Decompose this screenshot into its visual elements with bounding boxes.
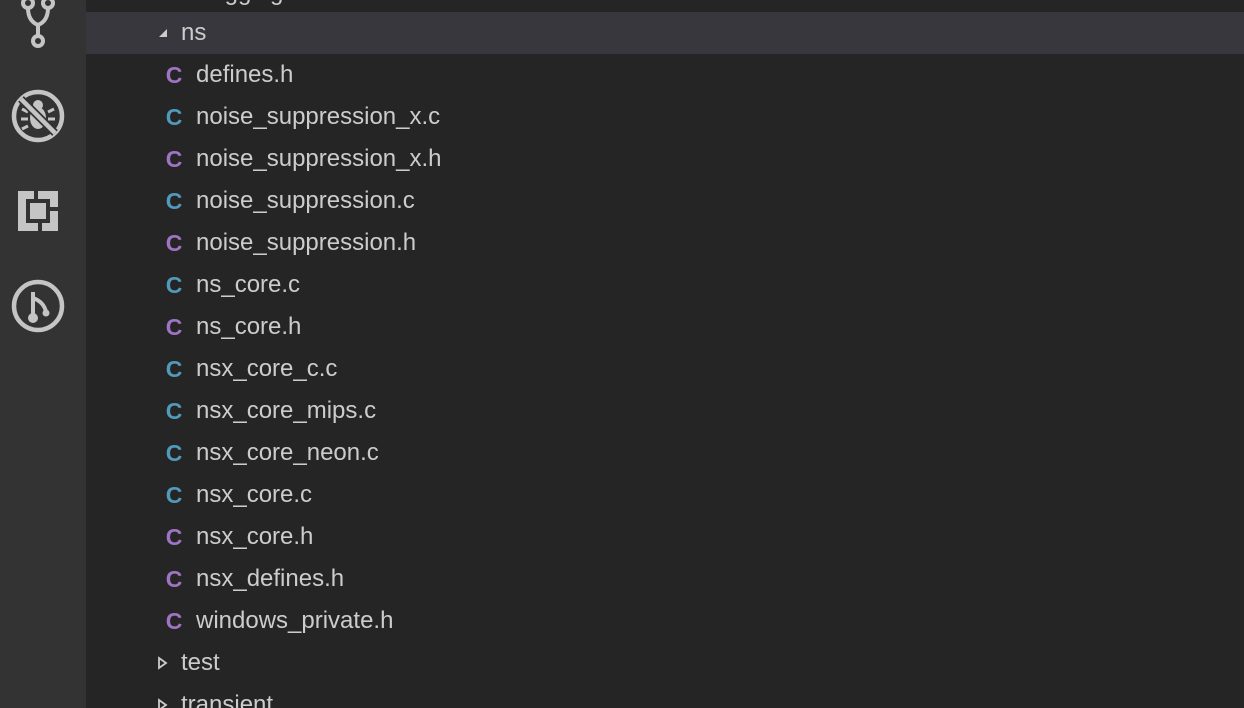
chevron-right-icon[interactable] <box>154 654 172 672</box>
vscode-window: logging ns C defines.h C noise_suppressi… <box>0 0 1244 708</box>
folder-row-test[interactable]: test <box>86 642 1244 684</box>
file-row[interactable]: C nsx_core.c <box>86 474 1244 516</box>
file-label: nsx_core_c.c <box>196 355 338 382</box>
file-row[interactable]: C nsx_defines.h <box>86 558 1244 600</box>
file-label: windows_private.h <box>196 607 394 634</box>
c-file-icon: C <box>165 356 183 382</box>
folder-row-transient[interactable]: transient <box>86 684 1244 708</box>
file-label: ns_core.h <box>196 313 302 340</box>
c-file-icon: C <box>165 440 183 466</box>
h-file-icon: C <box>165 314 183 340</box>
file-label: nsx_core.h <box>196 523 314 550</box>
activity-bar <box>0 0 86 708</box>
file-row[interactable]: C defines.h <box>86 54 1244 96</box>
file-label: nsx_core_mips.c <box>196 397 377 424</box>
file-row[interactable]: C ns_core.c <box>86 264 1244 306</box>
source-control-icon[interactable] <box>0 0 76 58</box>
h-file-icon: C <box>165 230 183 256</box>
c-file-icon: C <box>165 188 183 214</box>
file-label: noise_suppression_x.h <box>196 145 442 172</box>
c-file-icon: C <box>165 482 183 508</box>
c-file-icon: C <box>165 398 183 424</box>
file-row[interactable]: C nsx_core_neon.c <box>86 432 1244 474</box>
file-label: nsx_core_neon.c <box>196 439 379 466</box>
file-label: nsx_defines.h <box>196 565 345 592</box>
h-file-icon: C <box>165 566 183 592</box>
folder-label: logging <box>206 0 283 7</box>
file-row[interactable]: C windows_private.h <box>86 600 1244 642</box>
file-row[interactable]: C noise_suppression.c <box>86 180 1244 222</box>
explorer-tree: logging ns C defines.h C noise_suppressi… <box>86 0 1244 708</box>
folder-label: transient <box>181 691 274 708</box>
c-file-icon: C <box>165 104 183 130</box>
c-file-icon: C <box>165 272 183 298</box>
extensions-icon[interactable] <box>0 176 76 246</box>
folder-label: ns <box>181 19 207 46</box>
cut-off-folder-row[interactable]: logging <box>86 0 1244 11</box>
file-label: defines.h <box>196 61 294 88</box>
chevron-down-icon[interactable] <box>154 24 172 42</box>
chevron-right-icon[interactable] <box>154 696 172 708</box>
file-label: noise_suppression.c <box>196 187 415 214</box>
folder-row-ns[interactable]: ns <box>86 12 1244 54</box>
h-file-icon: C <box>165 62 183 88</box>
debug-icon[interactable] <box>0 81 76 151</box>
file-row[interactable]: C ns_core.h <box>86 306 1244 348</box>
h-file-icon: C <box>165 608 183 634</box>
file-label: noise_suppression.h <box>196 229 417 256</box>
folder-label: test <box>181 649 220 676</box>
file-row[interactable]: C noise_suppression_x.h <box>86 138 1244 180</box>
file-label: noise_suppression_x.c <box>196 103 441 130</box>
file-row[interactable]: C nsx_core_mips.c <box>86 390 1244 432</box>
file-row[interactable]: C nsx_core.h <box>86 516 1244 558</box>
git-history-icon[interactable] <box>0 271 76 341</box>
h-file-icon: C <box>165 524 183 550</box>
file-label: ns_core.c <box>196 271 301 298</box>
h-file-icon: C <box>165 146 183 172</box>
file-row[interactable]: C noise_suppression_x.c <box>86 96 1244 138</box>
file-label: nsx_core.c <box>196 481 313 508</box>
file-row[interactable]: C nsx_core_c.c <box>86 348 1244 390</box>
file-row[interactable]: C noise_suppression.h <box>86 222 1244 264</box>
